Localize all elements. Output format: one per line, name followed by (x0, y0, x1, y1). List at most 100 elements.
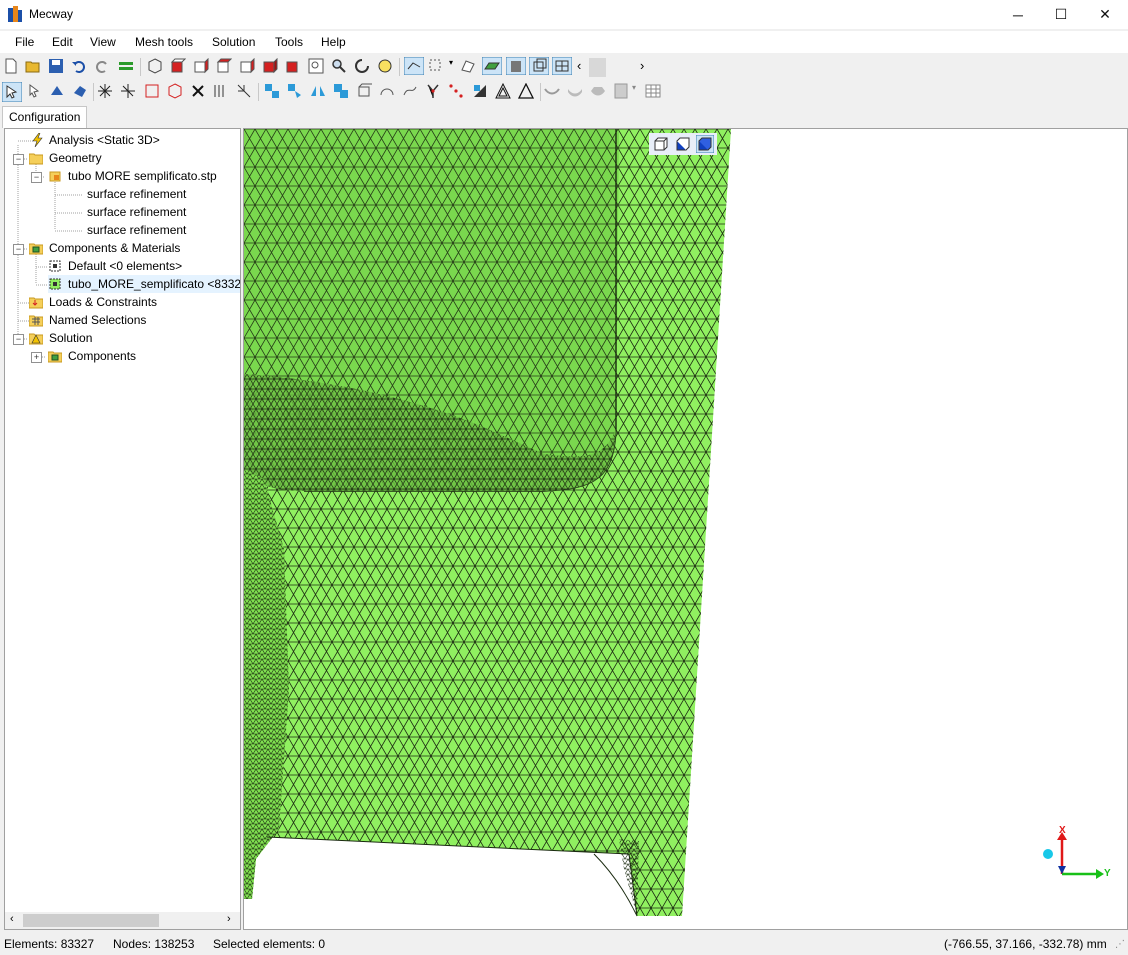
split-icon[interactable] (120, 83, 136, 99)
extrude-icon[interactable] (356, 83, 372, 99)
wireframe-view-icon[interactable] (529, 57, 549, 75)
model-viewport[interactable]: X Y (243, 128, 1128, 930)
open-folder-icon[interactable] (25, 58, 41, 74)
menu-view[interactable]: View (90, 35, 116, 49)
menu-mesh-tools[interactable]: Mesh tools (135, 35, 193, 49)
scroll-left-arrow-icon[interactable]: ‹ (10, 913, 14, 925)
mirror-icon[interactable] (310, 83, 326, 99)
offset-icon[interactable] (590, 83, 606, 99)
tab-configuration[interactable]: Configuration (2, 106, 88, 128)
view-iso-icon[interactable] (147, 58, 163, 74)
view-top-icon[interactable] (262, 58, 278, 74)
menu-solution[interactable]: Solution (212, 35, 255, 49)
select-element-icon[interactable] (72, 83, 88, 99)
zoom-fit-icon[interactable] (308, 58, 324, 74)
view-back-icon[interactable] (193, 58, 209, 74)
rotate-icon[interactable] (354, 58, 370, 74)
view-cube-solid-icon[interactable] (696, 135, 714, 153)
geometry-file-icon (49, 171, 61, 182)
rectangle-icon[interactable] (144, 83, 160, 99)
geometry-file-expander[interactable]: − (31, 172, 42, 183)
geometry-expander[interactable]: − (13, 154, 24, 165)
menu-bar: File Edit View Mesh tools Solution Tools… (0, 31, 1128, 53)
cube-icon[interactable] (167, 83, 183, 99)
mesh-view-icon[interactable] (552, 57, 572, 75)
pan-icon[interactable] (377, 58, 393, 74)
status-bar: Elements: 83327 Nodes: 138253 Selected e… (0, 935, 1128, 955)
window-title: Mecway (29, 7, 74, 21)
axis-label-x: X (1059, 825, 1066, 836)
resize-grip-icon[interactable]: ⋰ (1115, 939, 1125, 950)
triangle-mesh-icon[interactable] (495, 83, 511, 99)
view-front-icon[interactable] (170, 58, 186, 74)
select-box-icon[interactable] (428, 58, 444, 74)
scrollbar-thumb[interactable] (23, 914, 159, 927)
move-icon[interactable] (264, 83, 280, 99)
merge-nodes-icon[interactable] (213, 83, 229, 99)
status-elements: Elements: 83327 (4, 937, 95, 951)
view-cube-outline-icon[interactable] (653, 136, 669, 152)
tree-item-surface-refinement[interactable]: surface refinement (87, 221, 186, 239)
tree-item-surface-refinement[interactable]: surface refinement (87, 203, 186, 221)
triangle-icon[interactable] (518, 83, 534, 99)
sweep-icon[interactable] (402, 83, 418, 99)
tree-item-surface-refinement[interactable]: surface refinement (87, 185, 186, 203)
shaded-view-icon[interactable] (482, 57, 502, 75)
refine-icon[interactable] (236, 83, 252, 99)
undo-icon[interactable] (71, 58, 87, 74)
mesh-quality-icon[interactable] (472, 83, 488, 99)
explode-icon[interactable] (97, 83, 113, 99)
components-expander[interactable]: − (13, 244, 24, 255)
mecway-logo-icon (8, 6, 22, 22)
revolve-icon[interactable] (379, 83, 395, 99)
shell-icon[interactable] (544, 83, 560, 99)
status-nodes: Nodes: 138253 (113, 937, 195, 951)
menu-tools[interactable]: Tools (275, 35, 303, 49)
view-right-icon[interactable] (239, 58, 255, 74)
component-icon (49, 260, 61, 272)
toolbar-scroll-thumb[interactable] (589, 58, 606, 77)
render-mode-icon[interactable] (404, 57, 424, 75)
tree-item-tubo-component[interactable]: tubo_MORE_semplificato <8332 (48, 275, 240, 293)
nodes-icon[interactable] (448, 83, 464, 99)
select-face-icon[interactable] (49, 83, 65, 99)
view-cube-half-icon[interactable] (675, 136, 691, 152)
select-node-icon[interactable] (27, 83, 43, 99)
redo-icon[interactable] (94, 58, 110, 74)
menu-edit[interactable]: Edit (52, 35, 73, 49)
rotate-mesh-icon[interactable] (287, 83, 303, 99)
maximize-button[interactable]: ☐ (1038, 0, 1084, 29)
surface-icon[interactable] (460, 58, 476, 74)
solid-view-icon[interactable] (506, 57, 526, 75)
solution-expander[interactable]: − (13, 334, 24, 345)
thickness-icon[interactable] (567, 83, 583, 99)
status-selected: Selected elements: 0 (213, 937, 326, 951)
save-icon[interactable] (48, 58, 64, 74)
delete-icon[interactable] (190, 83, 206, 99)
view-bottom-icon[interactable] (285, 58, 301, 74)
main-toolbar: ▾ ‹ › (0, 55, 660, 79)
copy-icon[interactable] (333, 83, 349, 99)
select-pointer-icon[interactable] (2, 82, 22, 102)
menu-help[interactable]: Help (321, 35, 346, 49)
scroll-right-arrow-icon[interactable]: › (227, 913, 231, 925)
branch-icon[interactable] (425, 83, 441, 99)
tree-horizontal-scrollbar[interactable]: ‹ › (5, 912, 240, 929)
toolbar-separator (540, 83, 541, 101)
close-button[interactable]: ✕ (1082, 0, 1128, 29)
new-file-icon[interactable] (3, 58, 19, 74)
minimize-button[interactable]: ─ (995, 0, 1041, 29)
align-icon[interactable] (118, 58, 134, 74)
mesh-canvas[interactable] (244, 129, 1127, 929)
scroll-right-icon[interactable]: › (640, 58, 656, 74)
solution-components-expander[interactable]: + (31, 352, 42, 363)
table-icon[interactable] (645, 83, 661, 99)
zoom-icon[interactable] (331, 58, 347, 74)
lightning-icon (32, 133, 43, 147)
menu-file[interactable]: File (15, 35, 34, 49)
layers-icon[interactable] (613, 83, 629, 99)
selections-folder-icon (29, 315, 43, 327)
folder-icon (29, 153, 43, 165)
view-left-icon[interactable] (216, 58, 232, 74)
model-tree-panel: − − − − + Analysis <Static 3D> Geometry … (4, 128, 241, 930)
